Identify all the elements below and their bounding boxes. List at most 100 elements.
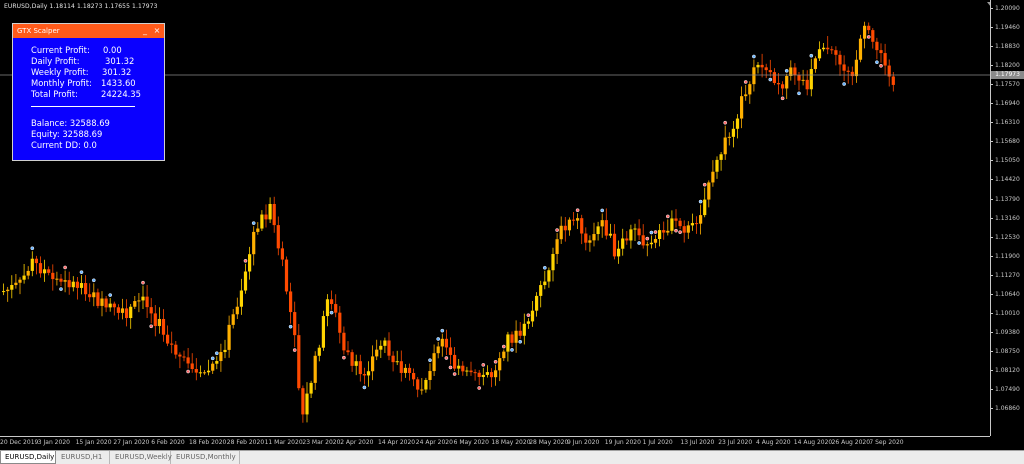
- trade-marker: [481, 363, 486, 367]
- candle-body: [871, 30, 875, 42]
- candle-body: [875, 41, 879, 51]
- candle-body: [756, 64, 760, 68]
- tab-eurusd-monthly[interactable]: EURUSD,Monthly: [172, 451, 240, 464]
- candle-body: [403, 367, 407, 373]
- candle-body: [801, 79, 805, 81]
- candle-body: [588, 240, 592, 243]
- candle-body: [334, 304, 338, 313]
- candle-body: [10, 285, 14, 290]
- price-axis[interactable]: 1.17973 1.20090 1.19460 1.18830 1.18200 1.17…: [990, 0, 1024, 436]
- tab-eurusd-daily[interactable]: EURUSD,Daily: [0, 451, 56, 464]
- candle-body: [850, 71, 854, 77]
- candle-body: [34, 258, 38, 264]
- trade-marker: [809, 53, 814, 58]
- candle-body: [559, 225, 563, 240]
- candle-body: [563, 225, 567, 231]
- candle-body: [47, 269, 51, 273]
- date-label: 6 Feb 2020: [151, 439, 185, 446]
- candle-body: [174, 344, 178, 355]
- tab-eurusd-weekly[interactable]: EURUSD,Weekly: [111, 451, 172, 464]
- candle-body: [252, 231, 256, 255]
- candle-body: [682, 226, 686, 233]
- tab-eurusd-h1[interactable]: EURUSD,H1: [57, 451, 110, 464]
- price-tick: [990, 331, 993, 333]
- candle-body: [38, 263, 43, 274]
- ea-panel[interactable]: GTX Scalper _ × Current Profit: 0.00 Dai…: [12, 23, 165, 161]
- chart-area[interactable]: EURUSD,Daily 1.18114 1.18273 1.17655 1.1…: [0, 0, 995, 436]
- monthly-profit-label: Monthly Profit:: [31, 78, 92, 88]
- trade-marker: [79, 270, 84, 275]
- candle-body: [391, 355, 395, 363]
- price-label: 1.15680: [995, 138, 1020, 146]
- trade-marker: [342, 355, 346, 360]
- candle-body: [719, 154, 723, 160]
- candle-body: [157, 318, 161, 327]
- trade-marker: [637, 241, 641, 245]
- candle-body: [694, 223, 699, 225]
- chart-tab-bar: EURUSD,Daily EURUSD,H1 EURUSD,Weekly EUR…: [0, 450, 1024, 464]
- candle-body: [71, 281, 75, 288]
- price-tick: [990, 65, 993, 67]
- time-axis[interactable]: 20 Dec 2019 3 Jan 2020 15 Jan 2020 27 Jan 2…: [0, 436, 990, 450]
- trade-marker: [444, 356, 449, 360]
- price-label: 1.06860: [995, 405, 1020, 413]
- candle-body: [612, 233, 617, 257]
- price-label: 1.14420: [995, 176, 1020, 184]
- trade-marker: [149, 324, 154, 329]
- candle-body: [858, 38, 863, 60]
- candle-body: [805, 79, 809, 90]
- trade-marker: [214, 351, 219, 356]
- candle-body: [461, 365, 465, 372]
- trade-marker: [555, 228, 559, 232]
- monthly-profit-value: 1433.60: [101, 78, 136, 88]
- candle-body: [362, 374, 366, 376]
- candle-body: [444, 338, 448, 348]
- date-label: 15 Jan 2020: [75, 439, 112, 446]
- candle-body: [752, 67, 756, 85]
- trade-marker: [186, 369, 190, 374]
- candle-body: [666, 230, 670, 233]
- price-tick: [990, 198, 993, 200]
- candle-body: [584, 233, 588, 243]
- candle-body: [215, 361, 219, 364]
- candle-body: [551, 253, 555, 271]
- candle-body: [530, 310, 535, 322]
- candle-body: [703, 199, 707, 216]
- minimize-button[interactable]: _: [140, 26, 150, 36]
- ea-panel-titlebar[interactable]: GTX Scalper _ ×: [13, 24, 164, 38]
- trade-marker: [288, 324, 293, 329]
- candle-body: [145, 296, 149, 308]
- candle-body: [338, 312, 342, 333]
- candle-body: [735, 118, 740, 129]
- candle-body: [637, 228, 641, 236]
- candle-body: [354, 361, 358, 366]
- current-profit-value: 0.00: [103, 45, 122, 55]
- candle-body: [325, 299, 330, 317]
- candle-body: [481, 374, 485, 378]
- candle-body: [436, 346, 440, 354]
- price-tick: [990, 293, 993, 295]
- candle-body: [350, 352, 354, 366]
- candle-body: [600, 220, 604, 227]
- trade-marker: [243, 258, 248, 263]
- candle-body: [498, 358, 502, 371]
- price-label: 1.18200: [995, 62, 1020, 70]
- candle-body: [116, 307, 120, 313]
- candle-body: [785, 76, 789, 89]
- trade-marker: [329, 310, 334, 315]
- candle-body: [596, 226, 600, 235]
- date-label: 11 Mar 2020: [264, 439, 303, 446]
- date-label: 14 Apr 2020: [378, 439, 416, 446]
- candle-body: [854, 59, 858, 77]
- candle-body: [26, 270, 30, 276]
- close-button[interactable]: ×: [152, 26, 162, 36]
- candle-body: [346, 350, 350, 353]
- date-label: 23 Jul 2020: [718, 439, 753, 446]
- candle-body: [170, 343, 174, 345]
- candle-body: [539, 285, 543, 296]
- candle-body: [576, 218, 580, 221]
- trade-marker: [440, 328, 445, 333]
- candle-body: [604, 220, 608, 236]
- candle-body: [79, 283, 84, 288]
- candle-body: [63, 280, 67, 282]
